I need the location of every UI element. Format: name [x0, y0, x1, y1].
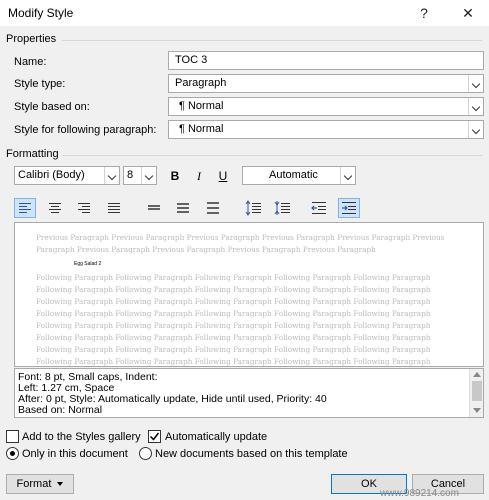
watermark-text: www.989214.com [380, 488, 459, 499]
format-button-label: Format [16, 478, 52, 490]
align-center-button[interactable] [44, 198, 66, 218]
following-select[interactable]: ¶ Normal [168, 120, 484, 139]
scroll-thumb[interactable] [472, 381, 482, 401]
add-gallery-label: Add to the Styles gallery [22, 431, 141, 443]
increase-spacing-icon [245, 200, 261, 216]
style-description: Font: 8 pt, Small caps, Indent: Left: 1.… [14, 368, 484, 418]
decrease-spacing-button[interactable] [272, 198, 294, 218]
size-value: 8 [127, 169, 134, 181]
single-spacing-button[interactable] [143, 198, 165, 218]
preview-following-line: Following Paragraph Following Paragraph … [36, 297, 431, 306]
auto-update-checkbox[interactable] [148, 430, 161, 443]
radio-dot-icon [10, 451, 15, 456]
new-documents-label: New documents based on this template [155, 448, 348, 460]
underline-button[interactable]: U [212, 166, 234, 186]
only-document-label: Only in this document [22, 448, 128, 460]
name-field[interactable]: TOC 3 [168, 51, 484, 70]
one-half-spacing-button[interactable] [172, 198, 194, 218]
scroll-down-icon[interactable] [473, 408, 481, 413]
preview-following-line: Following Paragraph Following Paragraph … [36, 321, 431, 330]
increase-spacing-button[interactable] [243, 198, 265, 218]
single-spacing-icon [148, 205, 160, 210]
font-color-value: Automatic [269, 169, 318, 181]
double-spacing-button[interactable] [202, 198, 224, 218]
align-left-button[interactable] [14, 198, 36, 218]
align-left-icon [19, 203, 31, 213]
increase-indent-icon [342, 202, 356, 214]
preview-previous-line: Previous Paragraph Previous Paragraph Pr… [36, 233, 445, 242]
preview-following-line: Following Paragraph Following Paragraph … [36, 357, 431, 366]
name-label: Name: [14, 56, 47, 68]
preview-following-line: Following Paragraph Following Paragraph … [36, 333, 431, 342]
name-value: TOC 3 [175, 54, 208, 66]
size-select[interactable]: 8 [123, 166, 157, 185]
new-documents-radio[interactable] [139, 447, 152, 460]
only-document-radio[interactable] [6, 447, 19, 460]
style-type-value: Paragraph [175, 77, 227, 89]
caret-down-icon [57, 482, 64, 487]
preview-sample-text: Egg Salad 2 [74, 261, 102, 267]
formatting-divider [62, 155, 482, 156]
decrease-spacing-icon [274, 201, 290, 215]
chevron-down-icon [104, 167, 119, 184]
preview-following-line: Following Paragraph Following Paragraph … [36, 273, 431, 282]
style-preview: Previous Paragraph Previous Paragraph Pr… [14, 222, 484, 367]
following-value: ¶ Normal [179, 123, 224, 135]
format-button[interactable]: Format [6, 474, 74, 494]
chevron-down-icon [340, 167, 355, 184]
one-half-spacing-icon [177, 203, 189, 213]
properties-heading: Properties [6, 33, 57, 45]
add-gallery-checkbox[interactable] [6, 430, 19, 443]
preview-following-line: Following Paragraph Following Paragraph … [36, 309, 431, 318]
based-on-value: ¶ Normal [179, 100, 224, 112]
font-select[interactable]: Calibri (Body) [14, 166, 120, 185]
properties-divider [62, 40, 482, 41]
based-on-label: Style based on: [14, 101, 90, 113]
chevron-down-icon [468, 75, 483, 92]
font-value: Calibri (Body) [18, 169, 85, 181]
help-button[interactable]: ? [404, 0, 444, 26]
font-color-select[interactable]: Automatic [242, 166, 356, 185]
double-spacing-icon [207, 202, 219, 214]
close-button[interactable]: ✕ [448, 0, 488, 26]
chevron-down-icon [468, 121, 483, 138]
description-scrollbar[interactable] [469, 369, 483, 417]
formatting-heading: Formatting [6, 148, 59, 160]
justify-icon [108, 203, 120, 213]
chevron-down-icon [141, 167, 156, 184]
preview-previous-line: Paragraph Previous Paragraph Previous Pa… [36, 245, 376, 254]
based-on-select[interactable]: ¶ Normal [168, 97, 484, 116]
style-type-label: Style type: [14, 78, 66, 90]
following-label: Style for following paragraph: [14, 124, 157, 136]
chevron-down-icon [468, 98, 483, 115]
bold-button[interactable]: B [164, 166, 186, 186]
align-right-icon [78, 203, 90, 213]
align-right-button[interactable] [73, 198, 95, 218]
style-type-select[interactable]: Paragraph [168, 74, 484, 93]
description-line: Based on: Normal [18, 404, 103, 416]
align-center-icon [49, 203, 61, 213]
auto-update-label: Automatically update [165, 431, 268, 443]
scroll-up-icon[interactable] [473, 372, 481, 377]
preview-following-line: Following Paragraph Following Paragraph … [36, 285, 431, 294]
decrease-indent-icon [311, 202, 326, 214]
checkmark-icon [149, 432, 160, 441]
justify-button[interactable] [103, 198, 125, 218]
italic-button[interactable]: I [188, 166, 210, 186]
increase-indent-button[interactable] [338, 198, 360, 218]
dialog-title: Modify Style [8, 6, 74, 20]
decrease-indent-button[interactable] [308, 198, 330, 218]
preview-following-line: Following Paragraph Following Paragraph … [36, 345, 431, 354]
